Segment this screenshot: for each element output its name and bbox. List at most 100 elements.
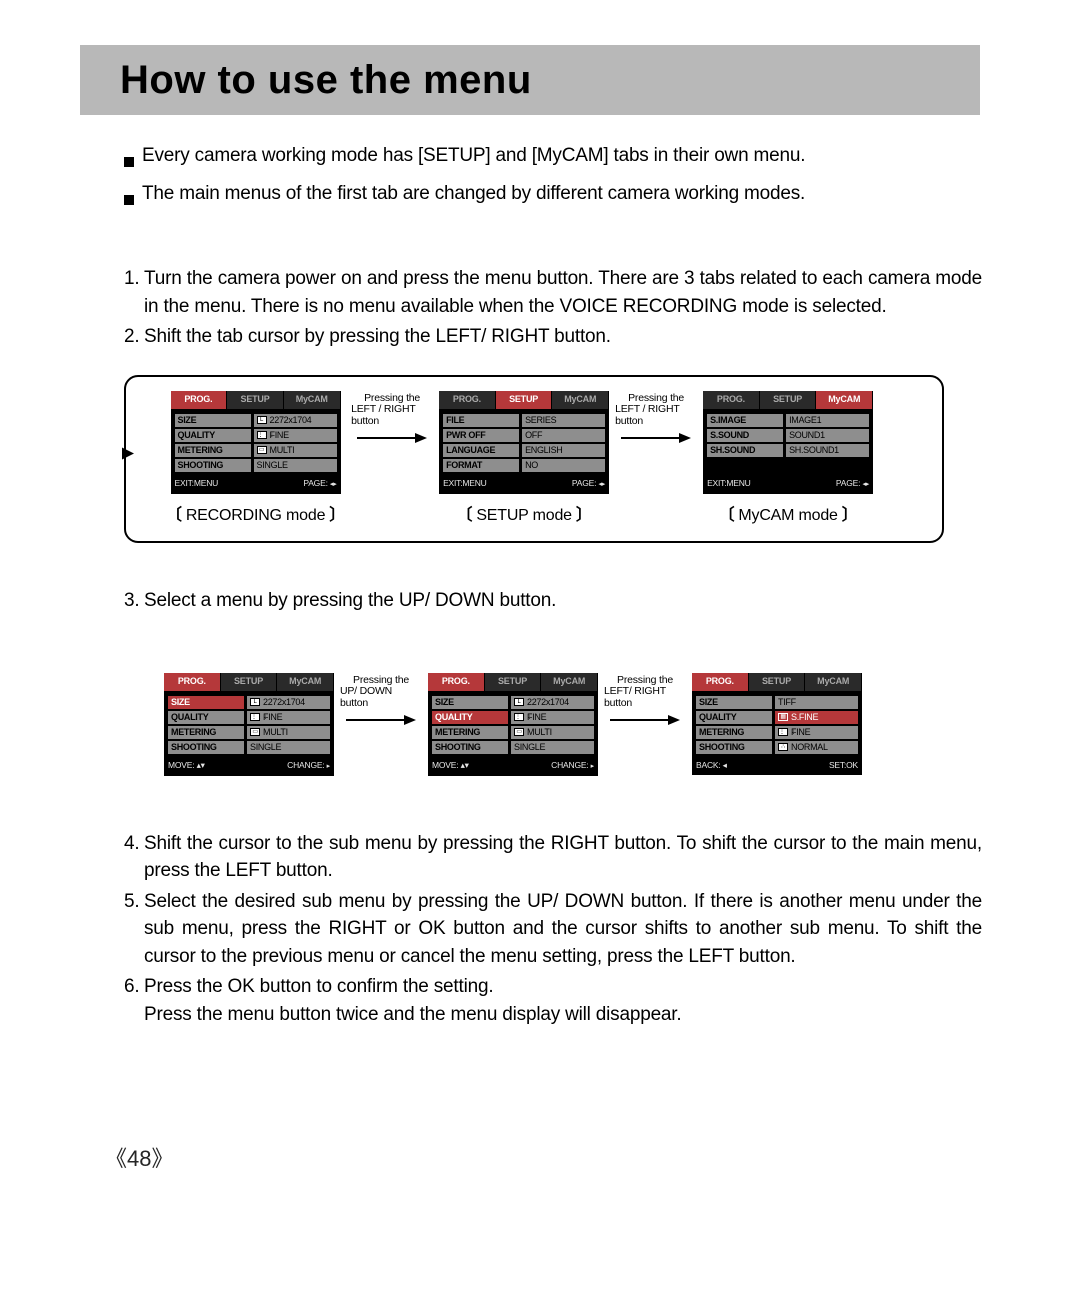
lcd-row-label: METERING [696, 726, 772, 739]
bracket-left-icon: 〔 [457, 504, 473, 527]
lcd-tab-prog: PROG. [171, 391, 228, 409]
lcd-row-label: QUALITY [696, 711, 772, 724]
step-text: Select the desired sub menu by pressing … [144, 888, 982, 971]
lcd-row-value: NO [522, 459, 605, 472]
lcd-screen-step-c: PROG.SETUPMyCAM SIZE TIFF QUALITY ▦S.FIN… [692, 673, 862, 775]
lcd-tab-mycam: MyCAM [552, 391, 609, 409]
lcd-row-label: SIZE [432, 696, 508, 709]
lcd-screen-recording: PROG.SETUPMyCAM SIZE L2272x1704 QUALITY … [171, 391, 341, 494]
value-icon: ▭ [257, 446, 267, 454]
lcd-screen-step-a: PROG.SETUPMyCAM SIZE L2272x1704 QUALITY … [164, 673, 334, 776]
lcd-row-label: SIZE [696, 696, 772, 709]
lcd-menu-row: S.SOUND SOUND1 [707, 429, 869, 442]
lcd-row-label: METERING [168, 726, 244, 739]
bracket-right-icon: 〕 [842, 504, 858, 527]
lcd-menu-row: METERING ⋮⋮⋮FINE [696, 726, 858, 739]
lcd-menu-row: SHOOTING SINGLE [175, 459, 337, 472]
lcd-menu-row: FILE SERIES [443, 414, 605, 427]
arrow-label: Pressing the LEFT / RIGHT button [615, 391, 697, 444]
arrow-right-icon [610, 715, 680, 725]
value-icon: ∴ [778, 743, 788, 751]
lcd-row-value: SERIES [522, 414, 605, 427]
lcd-row-label: SHOOTING [168, 741, 244, 754]
lcd-menu-row: METERING ▭MULTI [175, 444, 337, 457]
square-bullet-item: Every camera working mode has [SETUP] an… [124, 142, 982, 176]
numbered-steps: 4. Shift the cursor to the sub menu by p… [124, 830, 982, 1029]
lcd-tab-mycam: MyCAM [805, 673, 862, 691]
step-item: 6. Press the OK button to confirm the se… [124, 973, 982, 1028]
lcd-row-label: FORMAT [443, 459, 519, 472]
step-text: Press the OK button to confirm the setti… [144, 973, 982, 1028]
lcd-row-label: SIZE [168, 696, 244, 709]
lcd-row-label: QUALITY [432, 711, 508, 724]
value-icon: ⋮⋮⋮ [257, 431, 267, 439]
bracket-left-icon: 〔 [166, 504, 182, 527]
page-body: Every camera working mode has [SETUP] an… [124, 142, 982, 1032]
lcd-row-value: L2272x1704 [247, 696, 330, 709]
angle-right-icon: 》 [152, 1146, 174, 1171]
lcd-row-value: TIFF [775, 696, 858, 709]
lcd-menu-row: PWR OFF OFF [443, 429, 605, 442]
lcd-row-value: SINGLE [511, 741, 594, 754]
value-icon: ▭ [250, 728, 260, 736]
lcd-row-value: ⋮⋮⋮FINE [511, 711, 594, 724]
step-text: Shift the tab cursor by pressing the LEF… [144, 323, 982, 351]
lcd-tab-prog: PROG. [428, 673, 485, 691]
lcd-row-value: ▭MULTI [511, 726, 594, 739]
step-number: 1. [124, 265, 144, 320]
lcd-menu-row: QUALITY ⋮⋮⋮FINE [432, 711, 594, 724]
lcd-tab-setup: SETUP [496, 391, 553, 409]
lcd-menu-row: SH.SOUND SH.SOUND1 [707, 444, 869, 457]
value-icon: L [257, 416, 267, 424]
lcd-tab-setup: SETUP [760, 391, 817, 409]
lcd-row-label: METERING [432, 726, 508, 739]
lcd-tab-prog: PROG. [439, 391, 496, 409]
bullet-text: The main menus of the first tab are chan… [142, 180, 805, 214]
square-bullet-icon [124, 142, 142, 176]
bracket-left-icon: 〔 [719, 504, 735, 527]
caption-text: RECORDING mode [186, 504, 325, 527]
lcd-row-label: S.IMAGE [707, 414, 783, 427]
lcd-screen-setup: PROG.SETUPMyCAM FILE SERIES PWR OFF OFF … [439, 391, 609, 494]
lcd-row-label: QUALITY [168, 711, 244, 724]
lcd-menu-row: SHOOTING ∴NORMAL [696, 741, 858, 754]
square-bullet-list: Every camera working mode has [SETUP] an… [124, 142, 982, 213]
lcd-tab-mycam: MyCAM [284, 391, 341, 409]
caption-text: SETUP mode [476, 504, 572, 527]
square-bullet-item: The main menus of the first tab are chan… [124, 180, 982, 214]
value-icon: ⋮⋮⋮ [778, 728, 788, 736]
lcd-row-value: ENGLISH [522, 444, 605, 457]
lcd-footer: EXIT:MENUPAGE: ◂▸ [703, 476, 873, 494]
lcd-footer: EXIT:MENUPAGE: ◂▸ [171, 476, 341, 494]
lcd-row-value: ▭MULTI [254, 444, 337, 457]
lcd-row-label: SH.SOUND [707, 444, 783, 457]
step-number: 4. [124, 830, 144, 885]
angle-left-icon: 《 [105, 1146, 127, 1171]
bracket-right-icon: 〕 [329, 504, 345, 527]
step-number: 5. [124, 888, 144, 971]
lcd-row-label: SIZE [175, 414, 251, 427]
lcd-menu-row: METERING ▭MULTI [168, 726, 330, 739]
lcd-tab-mycam: MyCAM [541, 673, 598, 691]
lcd-menu-row: SIZE TIFF [696, 696, 858, 709]
value-icon: ⋮⋮⋮ [514, 713, 524, 721]
step-text: Turn the camera power on and press the m… [144, 265, 982, 320]
lcd-caption: 〔 RECORDING mode 〕 [166, 504, 345, 527]
step-item: 2. Shift the tab cursor by pressing the … [124, 323, 982, 351]
numbered-steps: 3. Select a menu by pressing the UP/ DOW… [124, 587, 982, 615]
figure-tab-cycle: PROG.SETUPMyCAM SIZE L2272x1704 QUALITY … [124, 375, 944, 543]
lcd-row-label: SHOOTING [696, 741, 772, 754]
bracket-right-icon: 〕 [576, 504, 592, 527]
lcd-row-label: S.SOUND [707, 429, 783, 442]
lcd-tab-setup: SETUP [227, 391, 284, 409]
lcd-row-label: SHOOTING [432, 741, 508, 754]
lcd-tab-prog: PROG. [703, 391, 760, 409]
lcd-row-value: ⋮⋮⋮FINE [775, 726, 858, 739]
lcd-row-value: ⋮⋮⋮FINE [247, 711, 330, 724]
caption-text: MyCAM mode [738, 504, 837, 527]
step-number: 6. [124, 973, 144, 1028]
step-text: Shift the cursor to the sub menu by pres… [144, 830, 982, 885]
step-item: 4. Shift the cursor to the sub menu by p… [124, 830, 982, 885]
lcd-menu-row: SIZE L2272x1704 [432, 696, 594, 709]
lcd-row-value: OFF [522, 429, 605, 442]
